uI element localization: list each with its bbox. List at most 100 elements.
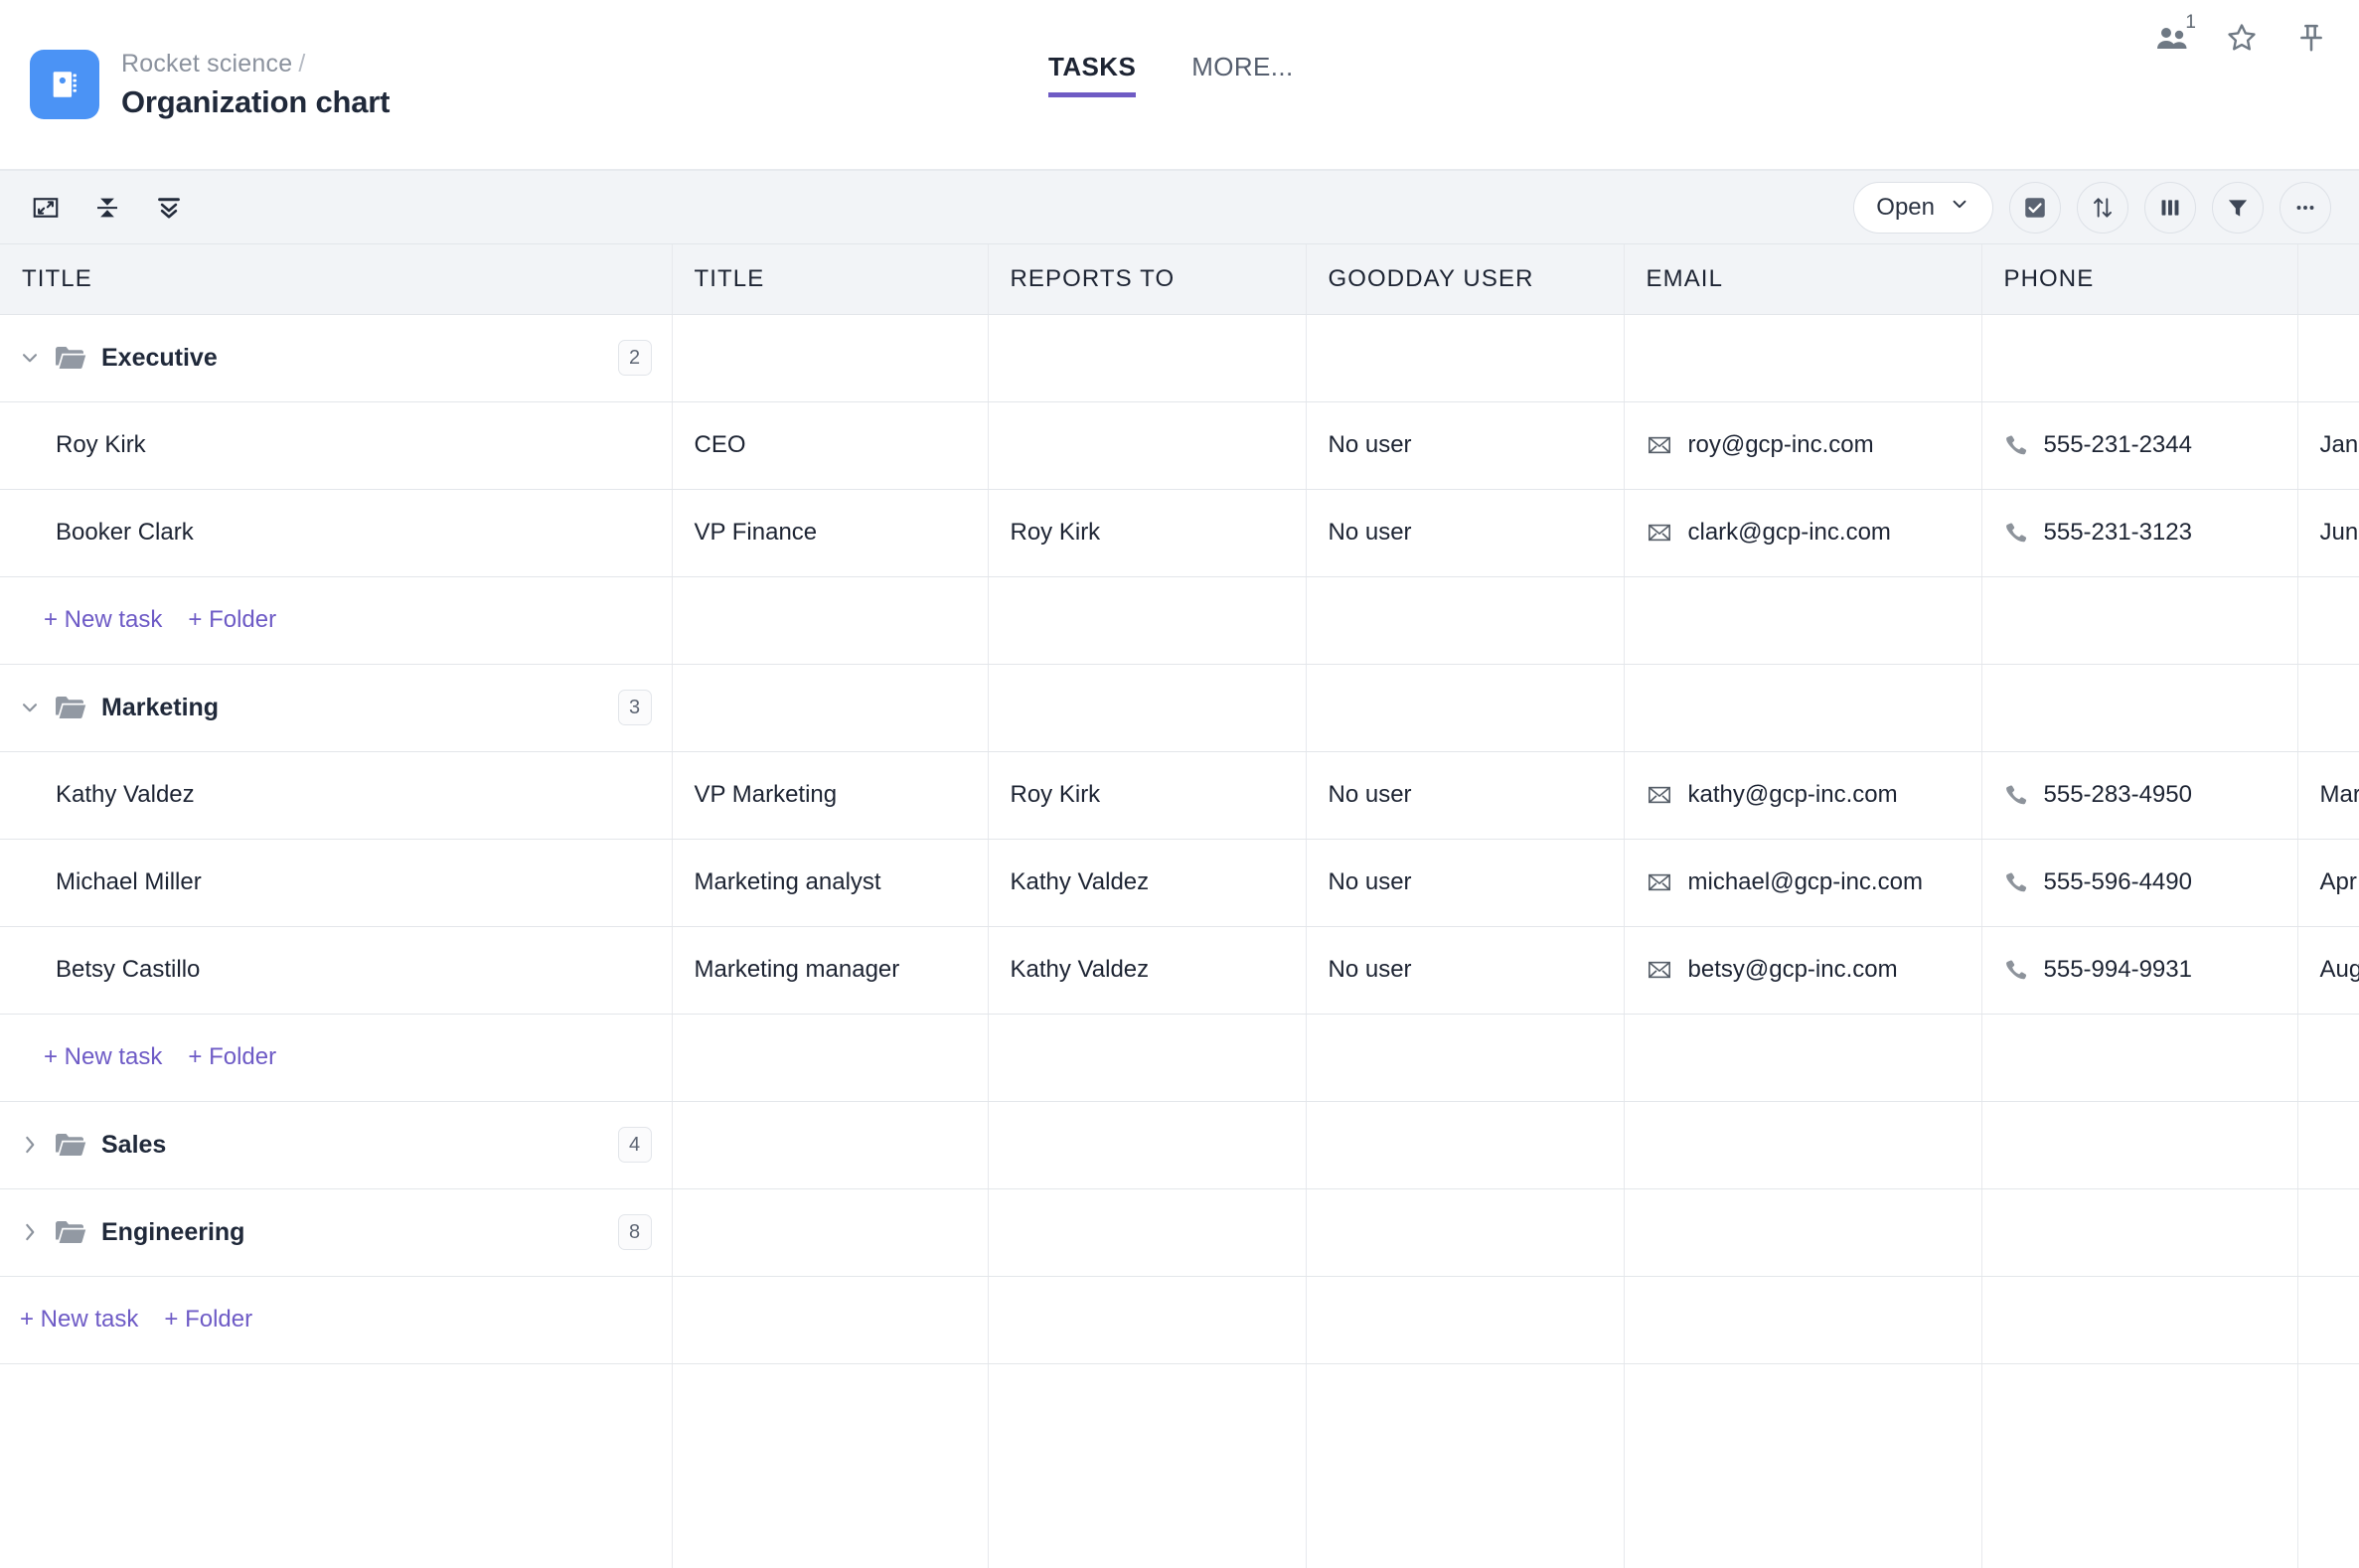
cell-phone bbox=[1981, 314, 2298, 402]
cell-goodday-user[interactable]: No user bbox=[1306, 489, 1625, 577]
cell-title bbox=[672, 1363, 989, 1568]
cell-title bbox=[672, 664, 989, 752]
members-icon[interactable]: 1 bbox=[2152, 12, 2196, 58]
cell-phone[interactable]: 555-596-4490 bbox=[1981, 839, 2298, 927]
phone-value: 555-994-9931 bbox=[2043, 956, 2192, 983]
tab-more[interactable]: MORE... bbox=[1191, 52, 1293, 92]
breadcrumb-project[interactable]: Rocket science bbox=[121, 50, 292, 78]
new-folder-link[interactable]: + Folder bbox=[188, 606, 276, 634]
cell-title-main[interactable]: Roy Kirk bbox=[0, 401, 673, 490]
cell-phone[interactable]: 555-231-3123 bbox=[1981, 489, 2298, 577]
folder-icon bbox=[50, 688, 91, 727]
fullscreen-icon[interactable] bbox=[24, 186, 68, 230]
column-header-email[interactable]: EMAIL bbox=[1624, 244, 1982, 315]
cell-email[interactable]: clark@gcp-inc.com bbox=[1624, 489, 1982, 577]
cell-email[interactable]: roy@gcp-inc.com bbox=[1624, 401, 1982, 490]
more-options-icon[interactable] bbox=[2280, 181, 2331, 234]
cell-reports-to[interactable]: Kathy Valdez bbox=[988, 839, 1307, 927]
cell-reports-to[interactable] bbox=[988, 401, 1307, 490]
cell-reports-to bbox=[988, 1101, 1307, 1189]
cell-email[interactable]: kathy@gcp-inc.com bbox=[1624, 751, 1982, 840]
cell-reports-to[interactable]: Roy Kirk bbox=[988, 751, 1307, 840]
cell-goodday-user[interactable]: No user bbox=[1306, 401, 1625, 490]
new-folder-link[interactable]: + Folder bbox=[188, 1043, 276, 1071]
cell-email[interactable]: michael@gcp-inc.com bbox=[1624, 839, 1982, 927]
add-row-root: + New task + Folder bbox=[0, 1276, 2359, 1364]
task-table: TITLE TITLE REPORTS TO GOODDAY USER EMAI… bbox=[0, 244, 2359, 1568]
table-row[interactable]: Michael Miller Marketing analyst Kathy Val… bbox=[0, 839, 2359, 927]
cell-title[interactable]: VP Marketing bbox=[672, 751, 989, 840]
table-header: TITLE TITLE REPORTS TO GOODDAY USER EMAI… bbox=[0, 244, 2359, 315]
cell-title-main[interactable]: Betsy Castillo bbox=[0, 926, 673, 1015]
expand-all-icon[interactable] bbox=[147, 186, 191, 230]
table-row[interactable]: Booker Clark VP Finance Roy Kirk No user cla… bbox=[0, 489, 2359, 577]
cell-title-main[interactable]: Booker Clark bbox=[0, 489, 673, 577]
chevron-down-icon[interactable] bbox=[10, 338, 50, 378]
folder-row[interactable]: Sales 4 bbox=[0, 1101, 2359, 1189]
cell-date[interactable]: Jun bbox=[2297, 489, 2359, 577]
cell-title-main[interactable]: Kathy Valdez bbox=[0, 751, 673, 840]
cell-phone[interactable]: 555-283-4950 bbox=[1981, 751, 2298, 840]
phone-value: 555-231-3123 bbox=[2043, 519, 2192, 546]
new-task-link[interactable]: + New task bbox=[44, 606, 162, 634]
brand: Rocket science / Organization chart bbox=[0, 50, 390, 120]
cell-date bbox=[2297, 576, 2359, 665]
column-header-reports-to[interactable]: REPORTS TO bbox=[988, 244, 1307, 315]
cell-date[interactable]: Mar bbox=[2297, 751, 2359, 840]
new-folder-link[interactable]: + Folder bbox=[164, 1306, 252, 1333]
cell-date[interactable]: Aug bbox=[2297, 926, 2359, 1015]
folder-count-badge: 8 bbox=[617, 1214, 652, 1250]
cell-phone[interactable]: 555-231-2344 bbox=[1981, 401, 2298, 490]
table-row[interactable]: Betsy Castillo Marketing manager Kathy Val… bbox=[0, 926, 2359, 1015]
checkbox-icon[interactable] bbox=[2009, 181, 2061, 234]
tab-tasks[interactable]: TASKS bbox=[1048, 52, 1137, 97]
cell-reports-to[interactable]: Roy Kirk bbox=[988, 489, 1307, 577]
cell-reports-to bbox=[988, 1276, 1307, 1364]
breadcrumb-separator: / bbox=[298, 49, 306, 78]
cell-title bbox=[672, 1014, 989, 1102]
breadcrumb[interactable]: Rocket science / bbox=[121, 50, 390, 78]
new-task-link[interactable]: + New task bbox=[44, 1043, 162, 1071]
column-header-goodday-user[interactable]: GOODDAY USER bbox=[1306, 244, 1625, 315]
empty-filler-row bbox=[0, 1363, 2359, 1568]
folder-name: Sales bbox=[101, 1130, 167, 1159]
chevron-right-icon[interactable] bbox=[10, 1125, 50, 1165]
cell-title[interactable]: CEO bbox=[672, 401, 989, 490]
add-actions-cell: + New task + Folder bbox=[0, 1276, 673, 1364]
cell-date[interactable]: Jan bbox=[2297, 401, 2359, 490]
folder-row[interactable]: Executive 2 bbox=[0, 314, 2359, 402]
folder-row[interactable]: Engineering 8 bbox=[0, 1188, 2359, 1277]
cell-date[interactable]: Apr bbox=[2297, 839, 2359, 927]
chevron-right-icon[interactable] bbox=[10, 1212, 50, 1252]
new-task-link[interactable]: + New task bbox=[20, 1306, 138, 1333]
cell-email[interactable]: betsy@gcp-inc.com bbox=[1624, 926, 1982, 1015]
table-row[interactable]: Roy Kirk CEO No user roy@gcp-inc.com 555-231… bbox=[0, 401, 2359, 490]
column-header-title[interactable]: TITLE bbox=[672, 244, 989, 315]
cell-goodday-user[interactable]: No user bbox=[1306, 751, 1625, 840]
cell-reports-to[interactable]: Kathy Valdez bbox=[988, 926, 1307, 1015]
column-header-date[interactable] bbox=[2297, 244, 2359, 315]
filter-icon[interactable] bbox=[2212, 181, 2264, 234]
cell-phone[interactable]: 555-994-9931 bbox=[1981, 926, 2298, 1015]
column-header-title-main[interactable]: TITLE bbox=[0, 244, 673, 315]
folder-row[interactable]: Marketing 3 bbox=[0, 664, 2359, 752]
status-filter-dropdown[interactable]: Open bbox=[1853, 181, 1993, 234]
chevron-down-icon[interactable] bbox=[10, 688, 50, 727]
email-value: michael@gcp-inc.com bbox=[1687, 868, 1923, 895]
column-header-phone[interactable]: PHONE bbox=[1981, 244, 2298, 315]
cell-title[interactable]: Marketing manager bbox=[672, 926, 989, 1015]
email-value: kathy@gcp-inc.com bbox=[1687, 781, 1898, 808]
table-row[interactable]: Kathy Valdez VP Marketing Roy Kirk No user k… bbox=[0, 751, 2359, 840]
cell-phone bbox=[1981, 1363, 2298, 1568]
cell-title[interactable]: VP Finance bbox=[672, 489, 989, 577]
cell-title-main[interactable]: Michael Miller bbox=[0, 839, 673, 927]
cell-title[interactable]: Marketing analyst bbox=[672, 839, 989, 927]
columns-icon[interactable] bbox=[2144, 181, 2196, 234]
cell-goodday-user[interactable]: No user bbox=[1306, 839, 1625, 927]
pin-icon[interactable] bbox=[2291, 18, 2331, 58]
cell-goodday-user[interactable]: No user bbox=[1306, 926, 1625, 1015]
sort-icon[interactable] bbox=[2077, 181, 2128, 234]
star-icon[interactable] bbox=[2222, 18, 2262, 58]
phone-icon bbox=[2004, 433, 2028, 457]
collapse-all-icon[interactable] bbox=[85, 186, 129, 230]
